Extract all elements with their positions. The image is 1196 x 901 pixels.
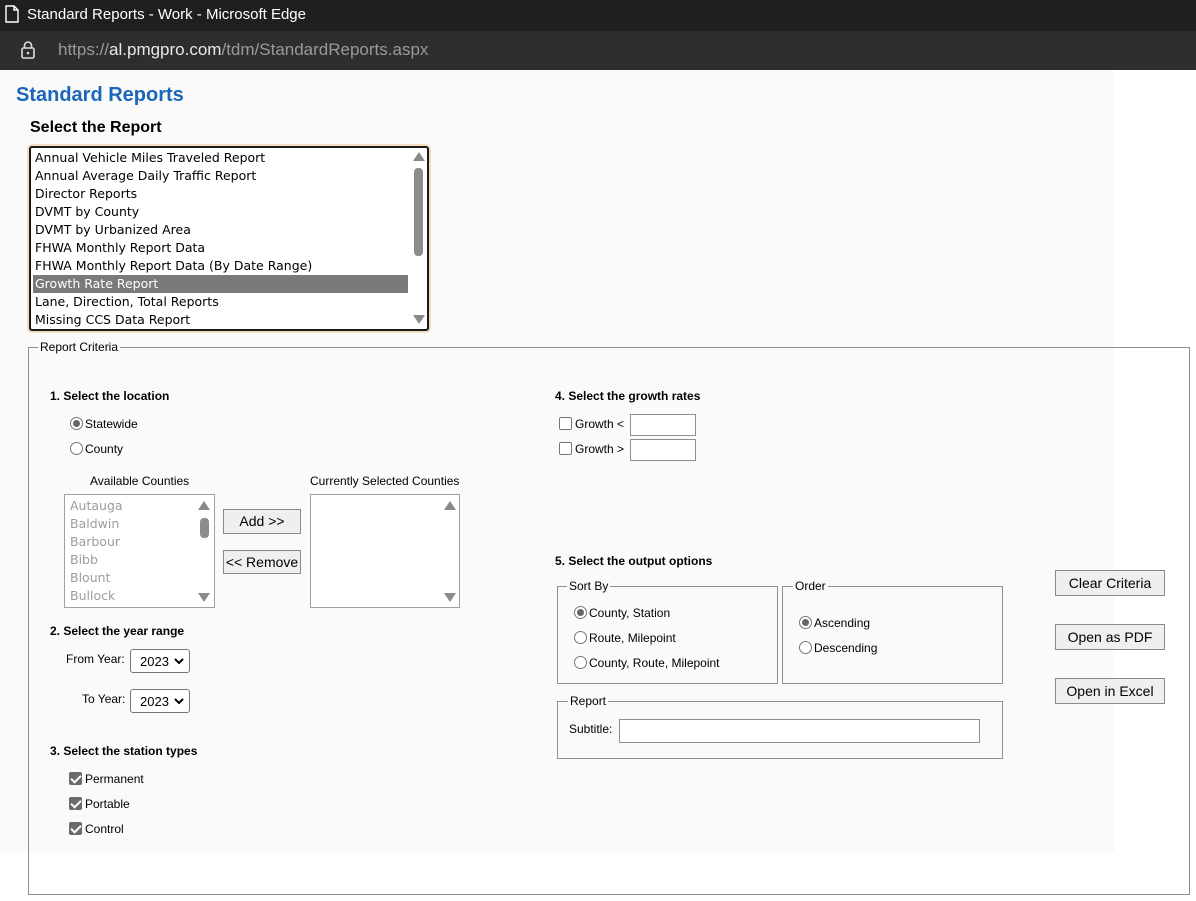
ascending-label[interactable]: Ascending xyxy=(814,616,870,630)
sort-county-route-milepoint-radio[interactable] xyxy=(574,656,587,669)
url-text[interactable]: https://al.pmgpro.com/tdm/StandardReport… xyxy=(58,40,428,60)
counties-scrollbar[interactable] xyxy=(197,495,213,607)
scroll-thumb[interactable] xyxy=(200,518,209,538)
growth-less-input[interactable] xyxy=(630,414,696,436)
lock-icon[interactable] xyxy=(20,40,36,60)
growth-greater-checkbox[interactable] xyxy=(559,442,572,455)
report-item-selected[interactable]: Growth Rate Report xyxy=(33,275,408,293)
report-item[interactable]: Annual Average Daily Traffic Report xyxy=(33,167,408,185)
ascending-radio[interactable] xyxy=(799,616,812,629)
chevron-down-icon xyxy=(174,698,184,705)
open-excel-button[interactable]: Open in Excel xyxy=(1055,678,1165,704)
url-path: /tdm/StandardReports.aspx xyxy=(221,40,429,59)
county-item[interactable]: Autauga xyxy=(70,497,123,515)
to-year-select[interactable]: 2023 xyxy=(130,689,190,713)
document-icon xyxy=(5,5,19,23)
sort-option-label[interactable]: County, Route, Milepoint xyxy=(589,656,720,670)
address-bar[interactable]: https://al.pmgpro.com/tdm/StandardReport… xyxy=(0,31,1196,70)
growth-greater-label[interactable]: Growth > xyxy=(575,442,624,456)
to-year-label: To Year: xyxy=(82,692,126,706)
subtitle-label: Subtitle: xyxy=(569,722,613,736)
to-year-value: 2023 xyxy=(140,694,169,709)
station-types-section-title: 3. Select the station types xyxy=(50,744,198,758)
portable-checkbox[interactable] xyxy=(69,797,82,810)
report-item[interactable]: Director Reports xyxy=(33,185,408,203)
url-host: al.pmgpro.com xyxy=(109,40,222,59)
control-label[interactable]: Control xyxy=(85,822,124,836)
scroll-thumb[interactable] xyxy=(414,168,423,256)
report-item[interactable]: Lane, Direction, Total Reports xyxy=(33,293,408,311)
url-scheme: https:// xyxy=(58,40,110,59)
county-label[interactable]: County xyxy=(85,442,123,456)
sort-option-label[interactable]: County, Station xyxy=(589,606,670,620)
report-criteria-legend: Report Criteria xyxy=(38,340,121,354)
report-listbox[interactable]: Annual Vehicle Miles Traveled Report Ann… xyxy=(29,146,429,331)
growth-less-label[interactable]: Growth < xyxy=(575,417,624,431)
available-counties-listbox[interactable]: Autauga Baldwin Barbour Bibb Blount Bull… xyxy=(64,494,215,608)
selected-counties-scrollbar[interactable] xyxy=(442,495,458,607)
permanent-checkbox[interactable] xyxy=(69,772,82,785)
county-item[interactable]: Barbour xyxy=(70,533,120,551)
from-year-label: From Year: xyxy=(66,652,125,666)
county-item[interactable]: Bibb xyxy=(70,551,98,569)
location-section-title: 1. Select the location xyxy=(50,389,170,403)
selected-counties-label: Currently Selected Counties xyxy=(310,474,460,488)
county-radio[interactable] xyxy=(70,442,83,455)
open-pdf-button[interactable]: Open as PDF xyxy=(1055,624,1165,650)
output-options-section-title: 5. Select the output options xyxy=(555,554,713,568)
sort-county-station-radio[interactable] xyxy=(574,606,587,619)
order-legend: Order xyxy=(793,579,828,593)
growth-greater-input[interactable] xyxy=(630,439,696,461)
order-group xyxy=(782,586,1003,684)
scroll-up-icon[interactable] xyxy=(444,501,456,510)
descending-label[interactable]: Descending xyxy=(814,641,877,655)
permanent-label[interactable]: Permanent xyxy=(85,772,144,786)
scroll-up-icon[interactable] xyxy=(413,152,425,161)
descending-radio[interactable] xyxy=(799,641,812,654)
report-item[interactable]: DVMT by County xyxy=(33,203,408,221)
available-counties-label: Available Counties xyxy=(90,474,190,488)
growth-rates-section-title: 4. Select the growth rates xyxy=(555,389,701,403)
scroll-down-icon[interactable] xyxy=(198,593,210,602)
scroll-down-icon[interactable] xyxy=(413,315,425,324)
report-list-scrollbar[interactable] xyxy=(411,148,427,329)
report-item[interactable]: Missing CCS Data Report xyxy=(33,311,408,329)
report-item[interactable]: DVMT by Urbanized Area xyxy=(33,221,408,239)
portable-label[interactable]: Portable xyxy=(85,797,130,811)
selected-counties-listbox[interactable] xyxy=(310,494,460,608)
growth-less-checkbox[interactable] xyxy=(559,417,572,430)
page-content: Standard Reports Select the Report Annua… xyxy=(0,70,1196,901)
subtitle-input[interactable] xyxy=(619,719,980,743)
browser-title-bar: Standard Reports - Work - Microsoft Edge xyxy=(0,0,1196,31)
from-year-select[interactable]: 2023 xyxy=(130,649,190,673)
add-county-button[interactable]: Add >> xyxy=(223,509,301,534)
window-title: Standard Reports - Work - Microsoft Edge xyxy=(27,6,306,23)
statewide-radio[interactable] xyxy=(70,417,83,430)
clear-criteria-button[interactable]: Clear Criteria xyxy=(1055,570,1165,596)
county-item[interactable]: Blount xyxy=(70,569,110,587)
scroll-down-icon[interactable] xyxy=(444,593,456,602)
sort-option-label[interactable]: Route, Milepoint xyxy=(589,631,676,645)
chevron-down-icon xyxy=(174,658,184,665)
year-range-section-title: 2. Select the year range xyxy=(50,624,185,638)
scroll-up-icon[interactable] xyxy=(198,501,210,510)
county-item[interactable]: Baldwin xyxy=(70,515,119,533)
from-year-value: 2023 xyxy=(140,654,169,669)
statewide-label[interactable]: Statewide xyxy=(85,417,138,431)
sort-route-milepoint-radio[interactable] xyxy=(574,631,587,644)
report-legend: Report xyxy=(568,694,609,708)
select-report-label: Select the Report xyxy=(30,119,162,136)
report-item[interactable]: FHWA Monthly Report Data (By Date Range) xyxy=(33,257,408,275)
control-checkbox[interactable] xyxy=(69,822,82,835)
county-item[interactable]: Bullock xyxy=(70,587,115,605)
remove-county-button[interactable]: << Remove xyxy=(223,550,301,574)
report-item[interactable]: Annual Vehicle Miles Traveled Report xyxy=(33,149,408,167)
page-title: Standard Reports xyxy=(16,84,184,106)
sort-by-legend: Sort By xyxy=(567,579,611,593)
report-item[interactable]: FHWA Monthly Report Data xyxy=(33,239,408,257)
